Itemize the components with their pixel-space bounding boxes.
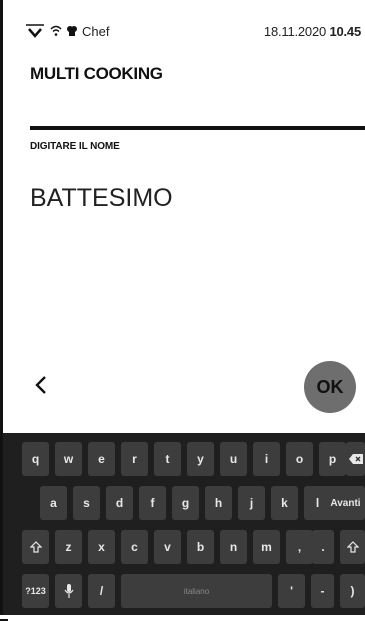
keyboard-row-4: ?123 / italiano ' - )	[3, 574, 365, 610]
key-comma[interactable]: ,	[286, 530, 313, 564]
key-z[interactable]: z	[55, 530, 82, 564]
chef-hat-icon	[67, 25, 77, 37]
name-input[interactable]: BATTESIMO	[30, 184, 173, 213]
key-h[interactable]: h	[205, 486, 232, 520]
key-i[interactable]: i	[253, 442, 280, 476]
key-slash[interactable]: /	[88, 574, 115, 608]
key-paren[interactable]: )	[340, 574, 365, 608]
key-u[interactable]: u	[220, 442, 247, 476]
section-divider	[30, 126, 365, 130]
backspace-icon	[348, 454, 363, 464]
key-o[interactable]: o	[286, 442, 313, 476]
wifi-icon	[50, 25, 62, 37]
status-bar: Chef 18.11.2020 10.45	[25, 22, 361, 40]
backspace-key[interactable]	[346, 442, 365, 476]
microphone-key[interactable]	[55, 574, 82, 608]
page-title: MULTI COOKING	[30, 64, 163, 83]
symbols-key[interactable]: ?123	[22, 574, 49, 608]
microphone-icon	[64, 584, 73, 598]
key-t[interactable]: t	[154, 442, 181, 476]
name-field-label: DIGITARE IL NOME	[30, 141, 120, 152]
key-period[interactable]: .	[312, 530, 334, 564]
on-screen-keyboard: q w e r t y u i o p a s d f g h j k l Av…	[3, 433, 365, 615]
dropdown-chevron-icon[interactable]	[25, 23, 45, 39]
key-a[interactable]: a	[40, 486, 67, 520]
key-v[interactable]: v	[154, 530, 181, 564]
date-time: 18.11.2020 10.45	[264, 24, 361, 39]
keyboard-row-2: a s d f g h j k l Avanti	[3, 486, 365, 522]
key-r[interactable]: r	[121, 442, 148, 476]
key-s[interactable]: s	[73, 486, 100, 520]
keyboard-row-1: q w e r t y u i o p	[3, 442, 365, 478]
screen-frame-bottom	[0, 615, 365, 621]
date-label: 18.11.2020	[263, 23, 327, 39]
key-d[interactable]: d	[106, 486, 133, 520]
ok-button[interactable]: OK	[304, 361, 356, 413]
chevron-left-icon	[35, 376, 46, 394]
key-q[interactable]: q	[22, 442, 49, 476]
key-e[interactable]: e	[88, 442, 115, 476]
key-x[interactable]: x	[88, 530, 115, 564]
key-f[interactable]: f	[139, 486, 166, 520]
key-b[interactable]: b	[187, 530, 214, 564]
key-g[interactable]: g	[172, 486, 199, 520]
keyboard-row-3: z x c v b n m , .	[3, 530, 365, 566]
key-dash[interactable]: -	[311, 574, 334, 608]
key-c[interactable]: c	[121, 530, 148, 564]
key-m[interactable]: m	[253, 530, 280, 564]
shift-icon	[29, 541, 42, 553]
enter-key[interactable]: Avanti	[326, 486, 365, 520]
back-button[interactable]	[30, 372, 56, 398]
shift-key-left[interactable]	[22, 530, 49, 564]
user-label: Chef	[82, 23, 110, 39]
shift-icon	[346, 541, 359, 553]
key-k[interactable]: k	[271, 486, 298, 520]
key-w[interactable]: w	[55, 442, 82, 476]
key-n[interactable]: n	[220, 530, 247, 564]
key-j[interactable]: j	[238, 486, 265, 520]
key-apostrophe[interactable]: '	[278, 574, 305, 608]
key-y[interactable]: y	[187, 442, 214, 476]
space-key[interactable]: italiano	[121, 574, 272, 608]
shift-key-right[interactable]	[340, 530, 365, 564]
time-label: 10.45	[329, 23, 361, 39]
